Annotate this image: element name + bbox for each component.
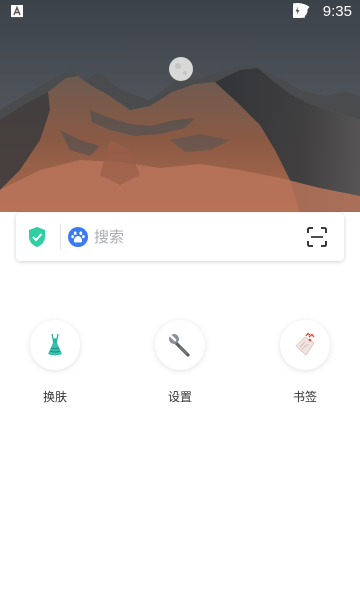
scan-icon[interactable]	[307, 227, 327, 247]
hero-background: 9:35	[0, 0, 360, 212]
status-bar: 9:35	[0, 0, 360, 24]
shortcut-circle[interactable]	[30, 320, 80, 370]
baidu-paw-icon[interactable]	[68, 227, 88, 247]
shortcut-circle[interactable]	[280, 320, 330, 370]
shortcut-circle[interactable]	[155, 320, 205, 370]
status-time: 9:35	[322, 3, 352, 20]
shortcut-grid: 换肤 设置 书签	[0, 318, 360, 418]
shortcut-bookmarks[interactable]: 书签	[265, 318, 345, 405]
shortcut-settings[interactable]: 设置	[140, 318, 220, 405]
shortcut-label: 书签	[292, 390, 317, 404]
search-divider	[60, 224, 61, 250]
shortcut-label: 设置	[167, 390, 192, 404]
shortcut-label: 换肤	[42, 390, 67, 404]
shield-check-icon[interactable]	[27, 226, 47, 252]
mountain-landscape	[0, 57, 360, 212]
search-input[interactable]	[94, 225, 294, 249]
shortcut-skin[interactable]: 换肤	[15, 318, 95, 405]
moon	[169, 57, 193, 81]
search-bar[interactable]	[16, 213, 344, 261]
